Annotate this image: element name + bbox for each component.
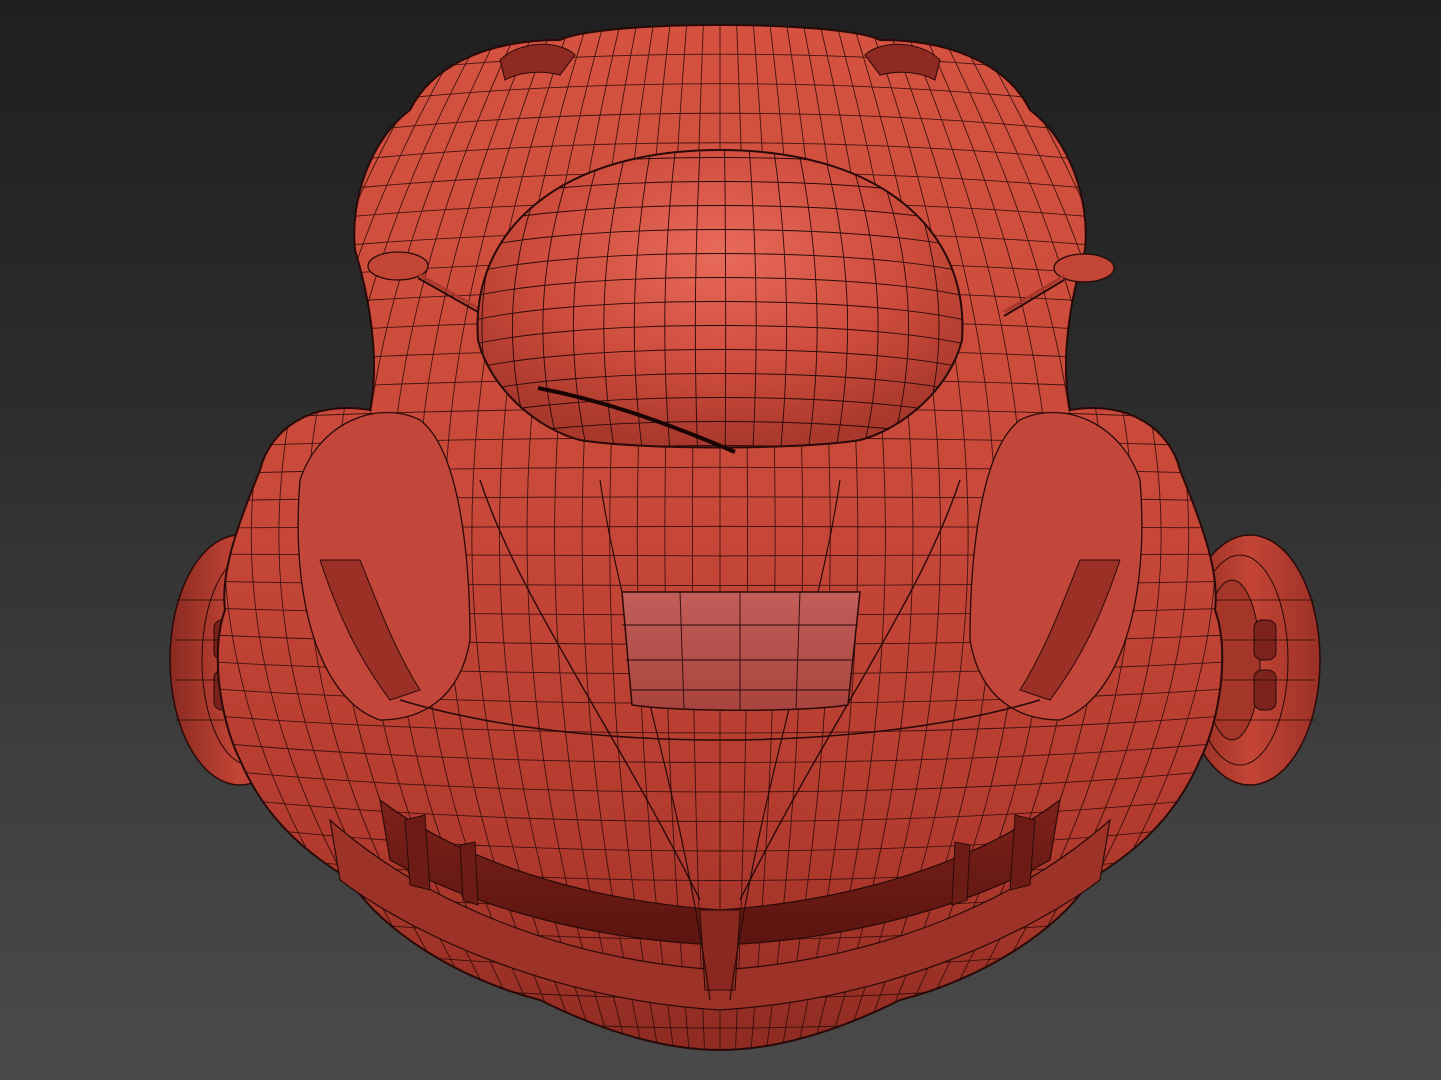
3d-viewport[interactable]: [0, 0, 1441, 1080]
car-model-render: [169, 24, 1321, 1052]
hood-vent: [621, 591, 861, 711]
